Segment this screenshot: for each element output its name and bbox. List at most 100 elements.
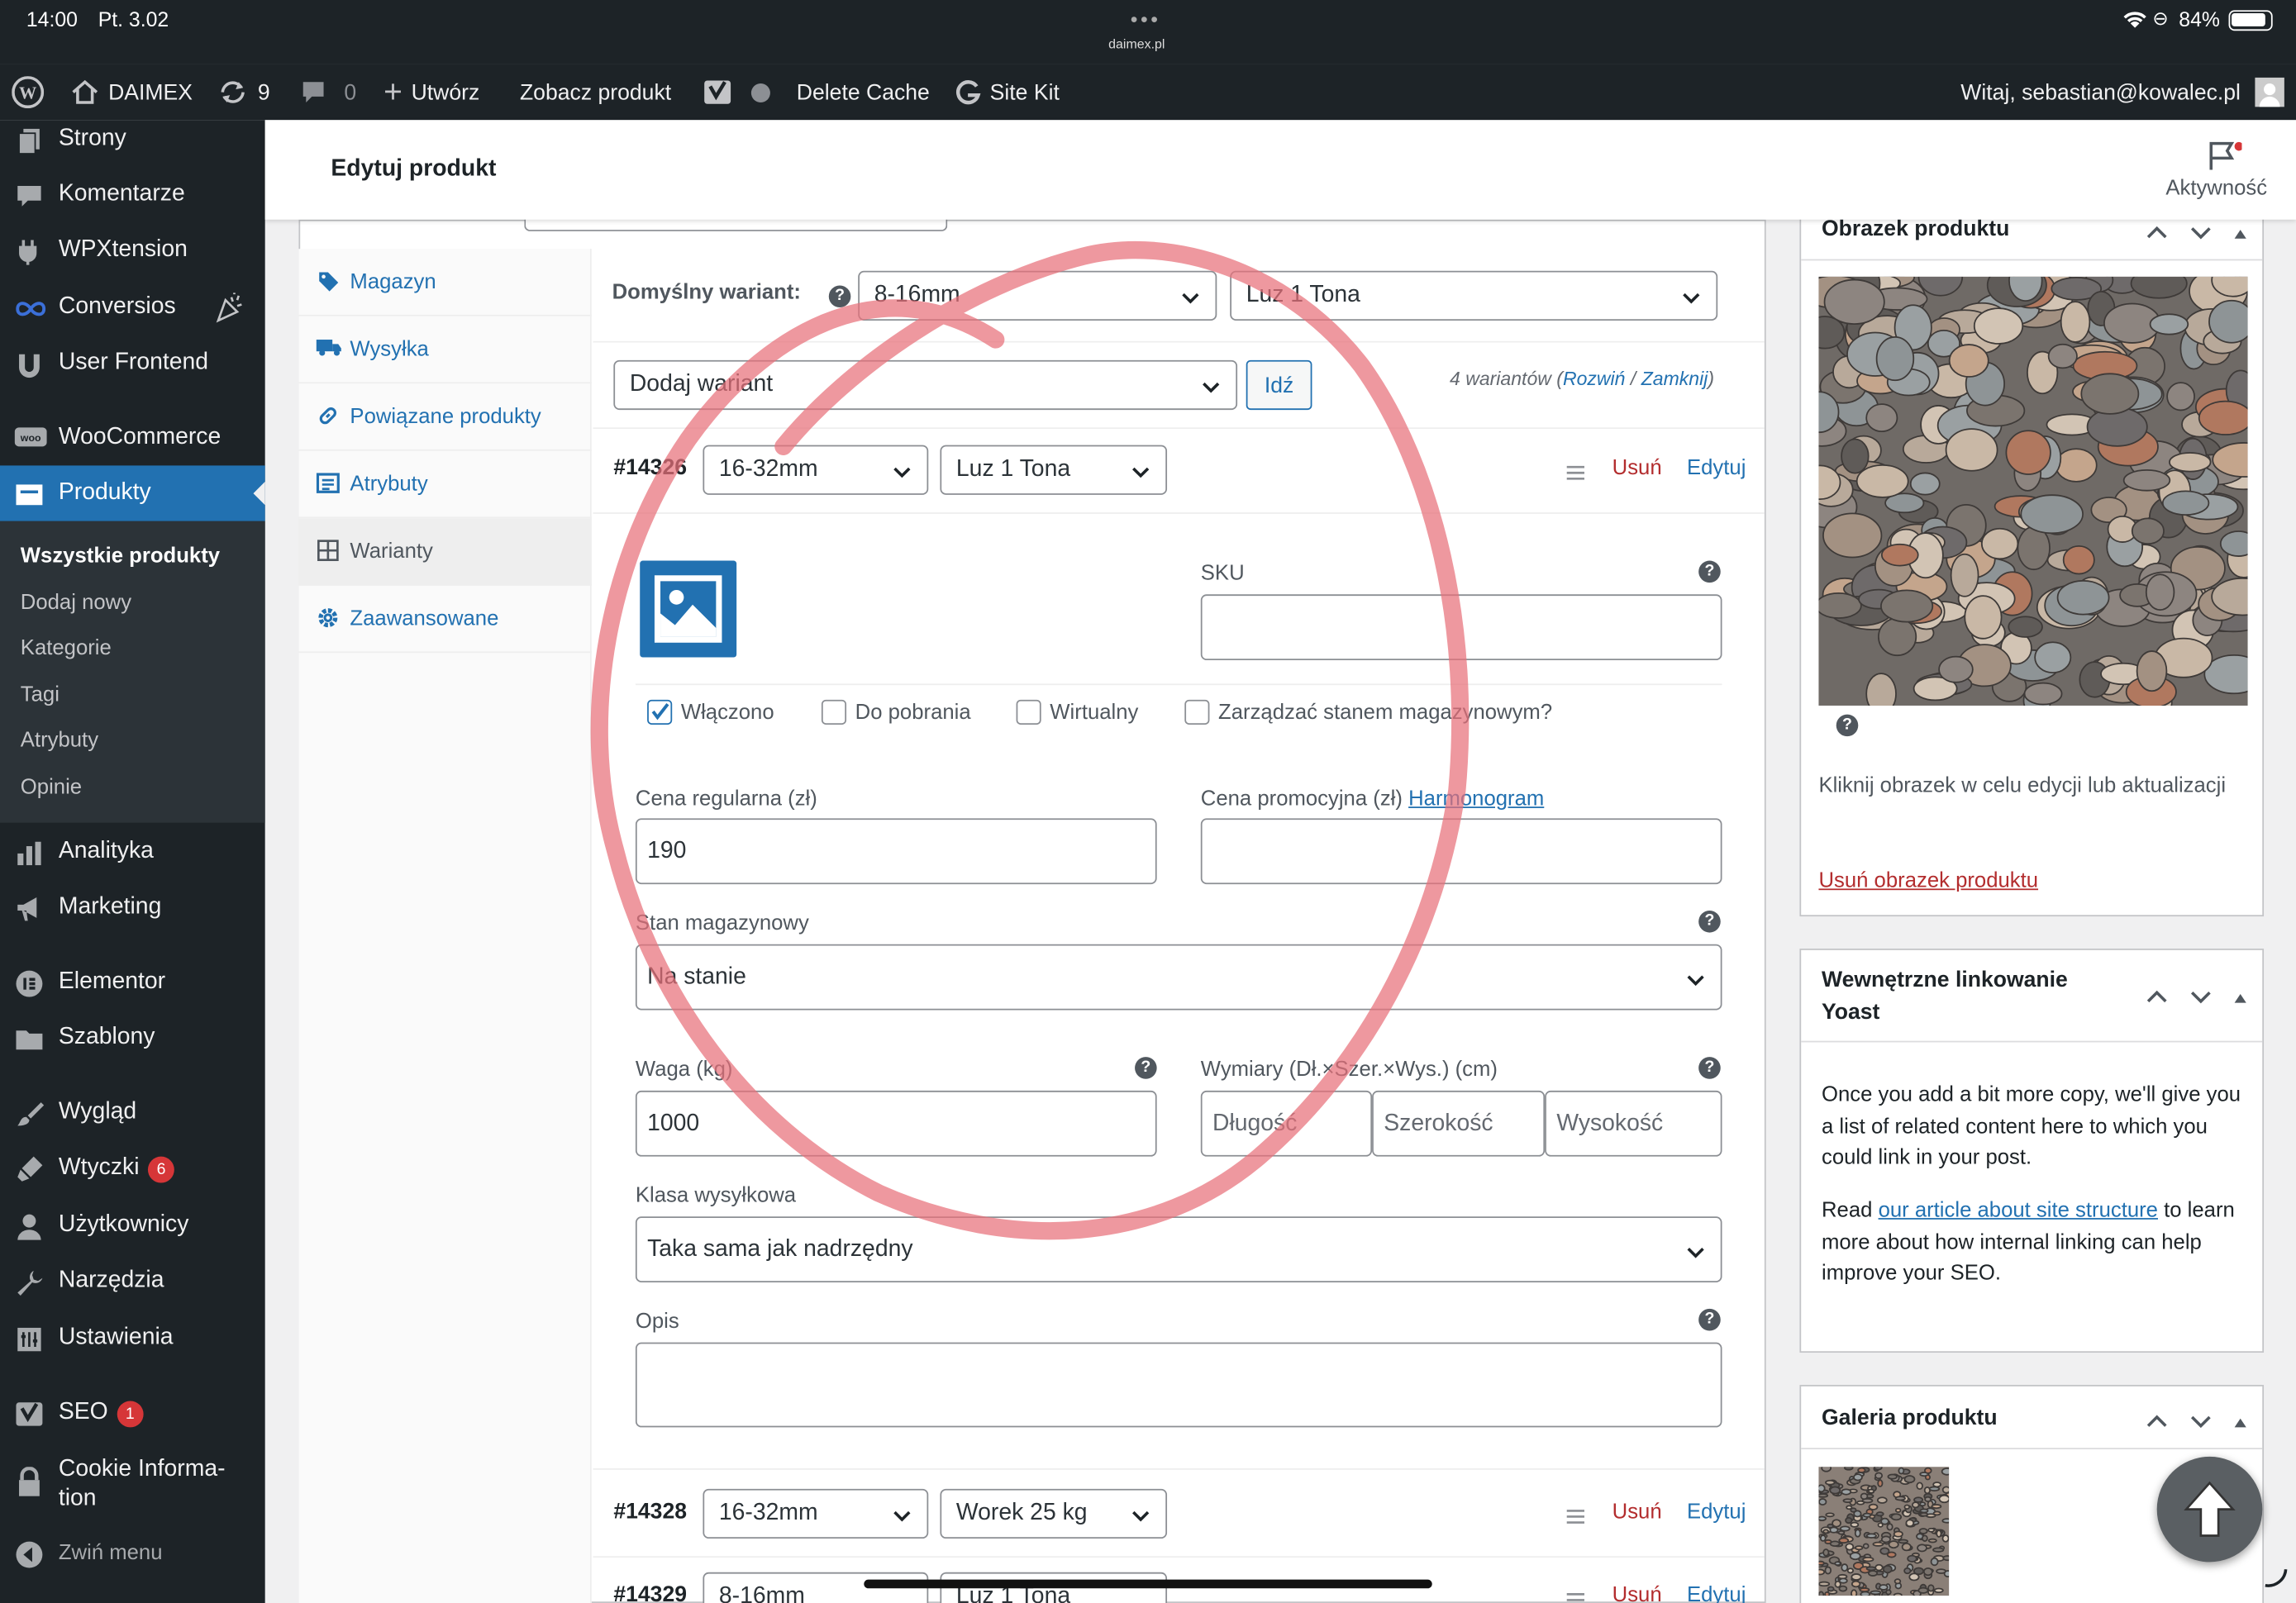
tab-attributes[interactable]: Atrybuty xyxy=(298,451,592,519)
menu-user-frontend[interactable]: User Frontend xyxy=(0,335,265,391)
toggle-triangle-icon[interactable] xyxy=(2233,985,2248,1011)
weight-input[interactable]: 1000 xyxy=(635,1090,1157,1157)
chevron-up-icon[interactable] xyxy=(2146,1410,2169,1436)
remove-variation-link[interactable]: Usuń xyxy=(1612,1584,1662,1603)
virtual-checkbox[interactable]: Wirtualny xyxy=(1016,699,1138,725)
expand-link[interactable]: Rozwiń xyxy=(1563,368,1626,390)
menu-seo[interactable]: SEO 1 xyxy=(0,1385,265,1440)
shipping-class-select[interactable]: Taka sama jak nadrzędny xyxy=(635,1216,1722,1283)
submenu-add-new[interactable]: Dodaj nowy xyxy=(21,592,131,615)
tab-linked-products[interactable]: Powiązane produkty xyxy=(298,383,592,451)
sale-price-label-wrap: Cena promocyjna (zł) Harmonogram xyxy=(1201,787,1544,811)
product-image[interactable] xyxy=(1818,276,2248,706)
drag-handle-icon[interactable] xyxy=(1565,1506,1586,1533)
schedule-link[interactable]: Harmonogram xyxy=(1408,787,1544,811)
go-button[interactable]: Idź xyxy=(1246,359,1312,411)
view-product-link[interactable]: Zobacz produkt xyxy=(520,64,671,120)
site-kit-link[interactable]: Site Kit xyxy=(955,64,1060,120)
new-content-link[interactable]: + Utwórz xyxy=(383,64,479,120)
regular-price-input[interactable]: 190 xyxy=(635,818,1157,885)
help-icon[interactable]: ? xyxy=(1698,560,1721,583)
help-icon[interactable]: ? xyxy=(1698,910,1721,933)
sale-price-input[interactable] xyxy=(1200,818,1722,885)
menu-products[interactable]: Produkty xyxy=(0,465,265,521)
width-input[interactable]: Szerokość xyxy=(1372,1090,1546,1157)
downloadable-checkbox[interactable]: Do pobrania xyxy=(821,699,971,725)
my-account-link[interactable]: Witaj, sebastian@kowalec.pl xyxy=(1960,64,2285,120)
help-icon[interactable]: ? xyxy=(1135,1057,1157,1079)
edit-variation-link[interactable]: Edytuj xyxy=(1687,457,1746,480)
menu-users[interactable]: Użytkownicy xyxy=(0,1197,265,1253)
menu-comments[interactable]: Komentarze xyxy=(0,167,265,222)
variation-size-select[interactable]: 16-32mm xyxy=(703,445,929,495)
add-variant-select[interactable]: Dodaj wariant xyxy=(613,359,1238,411)
menu-conversios[interactable]: Conversios xyxy=(0,279,265,335)
description-textarea[interactable] xyxy=(635,1342,1722,1428)
variation-image-upload[interactable] xyxy=(640,560,737,658)
menu-templates[interactable]: Szablony xyxy=(0,1010,265,1065)
tab-shipping[interactable]: Wysyłka xyxy=(298,316,592,384)
enabled-checkbox[interactable]: Włączono xyxy=(647,699,774,725)
yoast-icon[interactable] xyxy=(703,64,731,120)
gallery-image[interactable] xyxy=(1818,1467,1950,1596)
default-pack-select[interactable]: Luz 1 Tona xyxy=(1230,270,1718,321)
delete-cache-link[interactable]: Delete Cache xyxy=(797,64,930,120)
submenu-tags[interactable]: Tagi xyxy=(21,683,60,706)
menu-pages[interactable]: Strony xyxy=(0,112,265,167)
menu-marketing[interactable]: Marketing xyxy=(0,880,265,935)
help-icon[interactable]: ? xyxy=(828,285,851,308)
menu-tools[interactable]: Narzędzia xyxy=(0,1253,265,1309)
menu-elementor[interactable]: Elementor xyxy=(0,954,265,1010)
remove-image-link[interactable]: Usuń obrazek produktu xyxy=(1818,869,2038,892)
activity-button[interactable]: Aktywność xyxy=(2154,131,2285,213)
drag-handle-icon[interactable] xyxy=(1565,463,1586,489)
tab-advanced[interactable]: Zaawansowane xyxy=(298,586,592,654)
submenu-categories[interactable]: Kategorie xyxy=(21,637,112,660)
menu-cookie-information[interactable]: Cookie Informa-tion xyxy=(0,1455,265,1520)
chevron-up-icon[interactable] xyxy=(2146,985,2169,1011)
remove-variation-link[interactable]: Usuń xyxy=(1612,1501,1662,1524)
drag-handle-icon[interactable] xyxy=(1565,1590,1586,1603)
chevron-down-icon[interactable] xyxy=(2189,221,2213,248)
stone xyxy=(1973,307,2024,345)
collapse-link[interactable]: Zamknij xyxy=(1641,368,1708,390)
site-name: DAIMEX xyxy=(108,79,193,105)
chevron-down-icon[interactable] xyxy=(2189,985,2213,1011)
tab-variations[interactable]: Warianty xyxy=(298,518,592,586)
edit-variation-link[interactable]: Edytuj xyxy=(1687,1584,1746,1603)
help-icon[interactable]: ? xyxy=(1698,1308,1721,1331)
stone xyxy=(2145,573,2175,611)
default-size-select[interactable]: 8-16mm xyxy=(858,270,1217,321)
sku-input[interactable] xyxy=(1200,594,1722,661)
variation-pack-select[interactable]: Worek 25 kg xyxy=(940,1488,1168,1539)
submenu-attributes[interactable]: Atrybuty xyxy=(21,729,98,752)
edit-variation-link[interactable]: Edytuj xyxy=(1687,1501,1746,1524)
menu-analytics[interactable]: Analityka xyxy=(0,824,265,879)
submenu-all-products[interactable]: Wszystkie produkty xyxy=(21,545,220,568)
chevron-down-icon[interactable] xyxy=(2189,1410,2213,1436)
menu-wpxtension[interactable]: WPXtension xyxy=(0,222,265,278)
scroll-top-button[interactable] xyxy=(2156,1456,2263,1563)
help-icon[interactable]: ? xyxy=(1698,1057,1721,1079)
menu-plugins[interactable]: Wtyczki 6 xyxy=(0,1140,265,1196)
comments-link[interactable]: 0 xyxy=(300,64,356,120)
tab-inventory[interactable]: Magazyn xyxy=(298,249,592,316)
collapse-menu[interactable]: Zwiń menu xyxy=(0,1525,265,1581)
remove-variation-link[interactable]: Usuń xyxy=(1612,457,1662,480)
height-input[interactable]: Wysokość xyxy=(1545,1090,1722,1157)
length-input[interactable]: Długość xyxy=(1200,1090,1373,1157)
toggle-triangle-icon[interactable] xyxy=(2233,221,2248,248)
menu-appearance[interactable]: Wygląd xyxy=(0,1085,265,1140)
site-structure-link[interactable]: our article about site structure xyxy=(1879,1199,2158,1222)
stone xyxy=(1842,1498,1853,1504)
chevron-up-icon[interactable] xyxy=(2146,221,2169,248)
variation-pack-select[interactable]: Luz 1 Tona xyxy=(940,445,1168,495)
manage-stock-checkbox[interactable]: Zarządzać stanem magazynowym? xyxy=(1184,699,1552,725)
menu-settings[interactable]: Ustawienia xyxy=(0,1310,265,1366)
submenu-reviews[interactable]: Opinie xyxy=(21,776,82,799)
variation-size-select[interactable]: 16-32mm xyxy=(703,1488,929,1539)
menu-woocommerce[interactable]: woo WooCommerce xyxy=(0,410,265,465)
help-icon[interactable]: ? xyxy=(1836,714,1859,737)
toggle-triangle-icon[interactable] xyxy=(2233,1410,2248,1436)
stock-status-select[interactable]: Na stanie xyxy=(635,944,1722,1011)
